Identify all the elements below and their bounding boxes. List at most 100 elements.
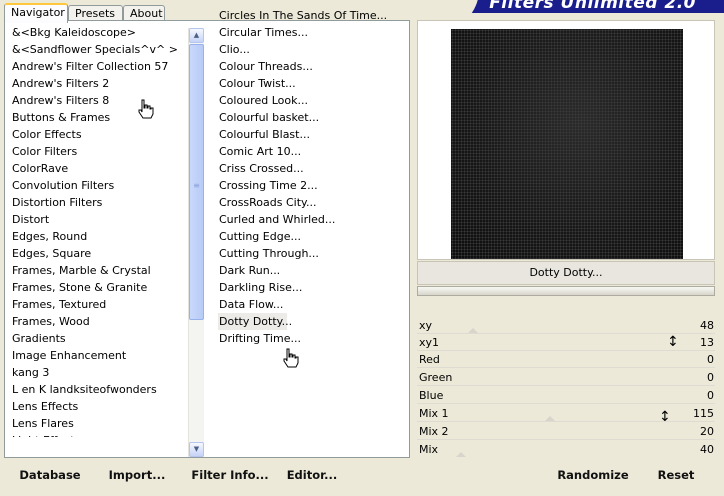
slider-track[interactable] (417, 385, 715, 386)
import-button[interactable]: Import... (102, 461, 172, 489)
param-row[interactable]: xy 48 (417, 317, 717, 334)
category-item[interactable]: Frames, Marble & Crystal (10, 262, 190, 279)
filter-item[interactable]: Data Flow... (218, 296, 368, 313)
param-value: 48 (700, 319, 714, 332)
param-label: Mix (419, 443, 439, 456)
reset-button[interactable]: Reset (649, 461, 703, 489)
param-value: 0 (707, 389, 714, 402)
filter-item[interactable]: Cutting Through... (218, 245, 368, 262)
category-item[interactable]: Light Effects (10, 432, 190, 437)
tab-navigator[interactable]: Navigator (4, 3, 68, 23)
category-item[interactable]: Color Effects (10, 126, 190, 143)
hand-pointer-icon (138, 99, 154, 119)
filter-item[interactable]: Dark Run... (218, 262, 368, 279)
filter-item[interactable]: Coloured Look... (218, 92, 368, 109)
database-button[interactable]: Database (8, 461, 92, 489)
category-item[interactable]: Frames, Wood (10, 313, 190, 330)
filter-item[interactable]: Darkling Rise... (218, 279, 368, 296)
slider-thumb[interactable] (456, 452, 466, 457)
category-item[interactable]: Edges, Square (10, 245, 190, 262)
preview-image[interactable] (451, 29, 683, 259)
scrollbar-thumb[interactable]: ≡ (189, 44, 204, 320)
param-row[interactable]: Green 0 (417, 369, 717, 386)
filter-item[interactable]: Cutting Edge... (218, 228, 368, 245)
param-value: 115 (693, 407, 714, 420)
param-label: Red (419, 353, 440, 366)
filter-item[interactable]: Curled and Whirled... (218, 211, 368, 228)
progress-bar (417, 286, 715, 296)
category-item[interactable]: &<Sandflower Specials^v^ > (10, 41, 190, 58)
category-item[interactable]: Gradients (10, 330, 190, 347)
slider-track[interactable] (417, 439, 715, 440)
category-item[interactable]: Andrew's Filters 2 (10, 75, 190, 92)
filter-list[interactable]: Circles In The Sands Of Time... Circular… (218, 7, 387, 347)
slider-track[interactable] (417, 403, 715, 404)
app-banner: Filters Unlimited 2.0 (425, 0, 724, 13)
param-label: Mix 1 (419, 407, 449, 420)
filter-item[interactable]: Colourful Blast... (218, 126, 368, 143)
parameter-panel: xy 48 xy1 13 ↕ Red 0 Green 0 Blue 0 Mix … (417, 317, 717, 457)
filter-item[interactable]: CrossRoads City... (218, 194, 368, 211)
category-item[interactable]: Distort (10, 211, 190, 228)
category-item[interactable]: Distortion Filters (10, 194, 190, 211)
param-value: 0 (707, 371, 714, 384)
category-item[interactable]: Andrew's Filters 8 (10, 92, 190, 109)
filter-item[interactable]: Criss Crossed... (218, 160, 368, 177)
param-label: xy (419, 319, 433, 332)
filter-item[interactable]: Circles In The Sands Of Time... (218, 7, 387, 24)
param-value: 13 (700, 336, 714, 349)
grip-icon: ≡ (193, 181, 200, 190)
slider-thumb[interactable] (468, 328, 478, 333)
category-item[interactable]: L en K landksiteofwonders (10, 381, 190, 398)
category-item[interactable]: Lens Effects (10, 398, 190, 415)
category-item[interactable]: Color Filters (10, 143, 190, 160)
filter-item-selected[interactable]: Dotty Dotty... (218, 313, 292, 330)
filter-item[interactable]: Colourful basket... (218, 109, 368, 126)
category-item[interactable]: ColorRave (10, 160, 190, 177)
param-row[interactable]: xy1 13 ↕ (417, 334, 717, 351)
category-item[interactable]: Lens Flares (10, 415, 190, 432)
category-item[interactable]: Andrew's Filter Collection 57 (10, 58, 190, 75)
slider-thumb[interactable] (545, 416, 555, 421)
vertical-resize-icon: ↕ (667, 334, 679, 350)
category-item[interactable]: Frames, Textured (10, 296, 190, 313)
filter-item[interactable]: Colour Twist... (218, 75, 368, 92)
scroll-down-arrow-icon[interactable]: ▼ (189, 442, 204, 457)
editor-button[interactable]: Editor... (284, 461, 340, 489)
scroll-up-arrow-icon[interactable]: ▲ (189, 28, 204, 43)
category-item[interactable]: kang 3 (10, 364, 190, 381)
param-value: 20 (700, 425, 714, 438)
category-item[interactable]: &<Bkg Kaleidoscope> (10, 24, 190, 41)
filter-item[interactable]: Colour Threads... (218, 58, 368, 75)
param-value: 40 (700, 443, 714, 456)
param-row[interactable]: Blue 0 (417, 387, 717, 404)
param-row[interactable]: Mix 40 (417, 441, 717, 457)
filter-item[interactable]: Clio... (218, 41, 368, 58)
category-item[interactable]: Frames, Stone & Granite (10, 279, 190, 296)
param-row[interactable]: Mix 1 115 ↕ (417, 405, 717, 425)
randomize-button[interactable]: Randomize (551, 461, 635, 489)
filter-item[interactable]: Crossing Time 2... (218, 177, 368, 194)
slider-track[interactable] (417, 367, 715, 368)
category-item[interactable]: Buttons & Frames (10, 109, 190, 126)
app-title: Filters Unlimited 2.0 (489, 0, 696, 13)
category-scrollbar[interactable]: ▲ ≡ ▼ (188, 28, 204, 457)
category-item[interactable]: Image Enhancement (10, 347, 190, 364)
hand-pointer-icon (283, 348, 299, 368)
category-item[interactable]: Convolution Filters (10, 177, 190, 194)
param-value: 0 (707, 353, 714, 366)
param-row[interactable]: Mix 2 20 (417, 423, 717, 440)
param-label: Blue (419, 389, 444, 402)
filter-item[interactable]: Comic Art 10... (218, 143, 368, 160)
category-list[interactable]: &<Bkg Kaleidoscope> &<Sandflower Special… (10, 24, 190, 437)
bottom-right-bar: Randomize Reset (417, 461, 717, 489)
param-label: xy1 (419, 336, 440, 349)
param-label: Green (419, 371, 453, 384)
param-row[interactable]: Red 0 (417, 351, 717, 368)
category-item[interactable]: Edges, Round (10, 228, 190, 245)
filter-item[interactable]: Drifting Time... (218, 330, 368, 347)
filter-item[interactable]: Circular Times... (218, 24, 368, 41)
filter-name-button[interactable]: Dotty Dotty... (417, 261, 715, 285)
filter-info-button[interactable]: Filter Info... (186, 461, 274, 489)
vertical-resize-icon: ↕ (659, 409, 671, 425)
